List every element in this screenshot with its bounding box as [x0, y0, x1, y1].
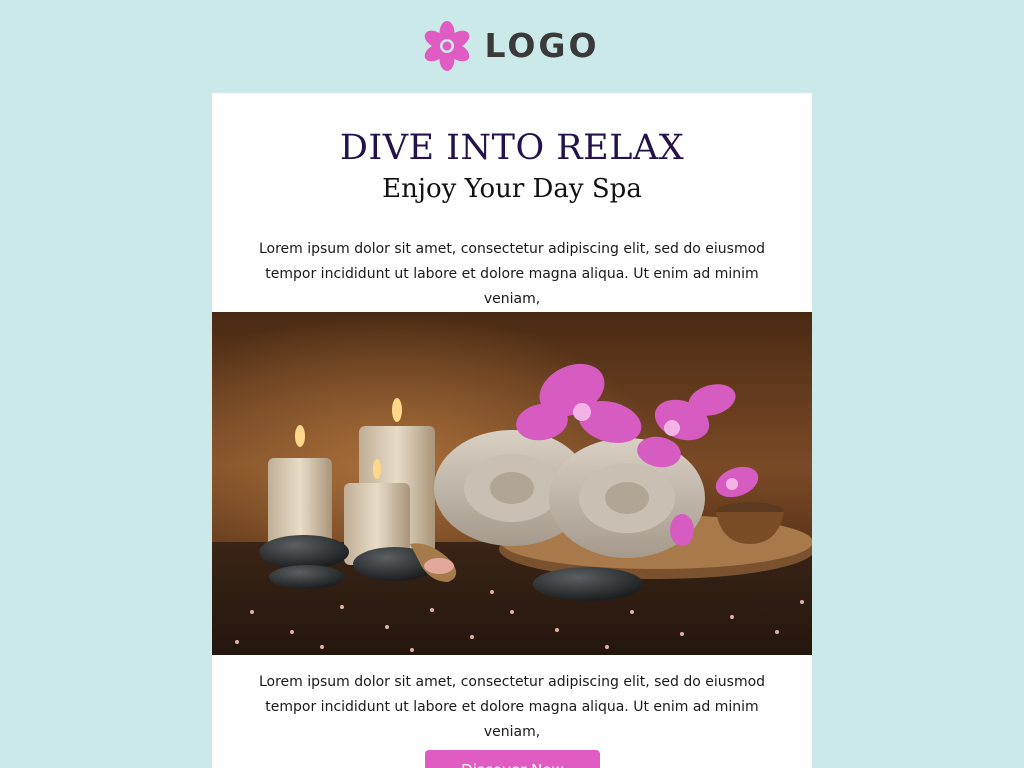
discover-now-button[interactable]: Discover Now: [425, 750, 600, 768]
content-text: Lorem ipsum dolor sit amet, consectetur …: [212, 670, 812, 745]
email-card: DIVE INTO RELAX Enjoy Your Day Spa Lorem…: [212, 93, 812, 768]
email-page: LOGO DIVE INTO RELAX Enjoy Your Day Spa …: [0, 0, 1024, 768]
intro-line-2: tempor incididunt ut labore et dolore ma…: [265, 266, 759, 307]
email-header: LOGO: [0, 0, 1024, 93]
intro-text: Lorem ipsum dolor sit amet, consectetur …: [212, 237, 812, 312]
brand-logo[interactable]: LOGO: [424, 20, 600, 71]
content-line-2: tempor incididunt ut labore et dolore ma…: [265, 699, 759, 740]
logo-text: LOGO: [484, 26, 600, 65]
content-line-1: Lorem ipsum dolor sit amet, consectetur …: [258, 674, 766, 690]
spa-photo: [212, 312, 812, 655]
page-subtitle: Enjoy Your Day Spa: [382, 174, 642, 204]
page-title: DIVE INTO RELAX: [339, 128, 685, 168]
flower-icon: [425, 20, 470, 71]
content-section: Lorem ipsum dolor sit amet, consectetur …: [212, 670, 812, 745]
intro-line-1: Lorem ipsum dolor sit amet, consectetur …: [258, 241, 766, 257]
